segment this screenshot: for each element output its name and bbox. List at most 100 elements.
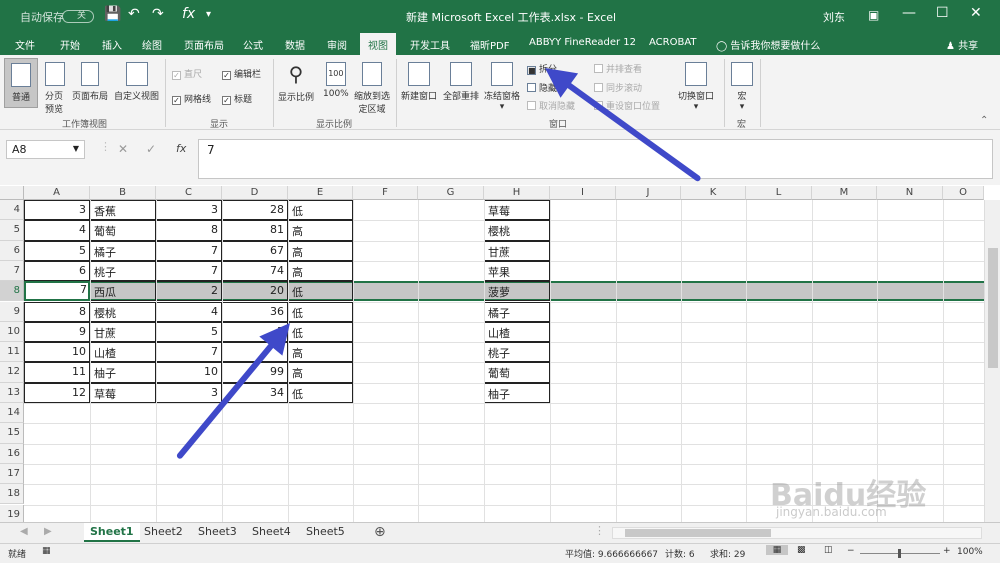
- row-header[interactable]: 12: [0, 362, 24, 383]
- cell-B6[interactable]: 橘子: [90, 240, 156, 261]
- zoom-button[interactable]: ⚲ 显示比例: [278, 62, 314, 103]
- ruler-checkbox[interactable]: ✓ 直尺: [172, 67, 202, 80]
- unhide-button[interactable]: 取消隐藏: [527, 99, 575, 112]
- cell-A4[interactable]: 3: [24, 200, 90, 221]
- cell-H10[interactable]: 山楂: [484, 321, 550, 343]
- cell-D6[interactable]: 67: [222, 240, 288, 261]
- gridlines-checkbox[interactable]: ✓ 网格线: [172, 92, 211, 105]
- row-header[interactable]: 7: [0, 260, 24, 282]
- normal-view-icon[interactable]: ▦: [766, 545, 788, 555]
- freeze-panes-button[interactable]: 冻结窗格 ▾: [484, 62, 520, 112]
- cell-E12[interactable]: 高: [288, 362, 353, 383]
- cell-C11[interactable]: 7: [156, 342, 222, 363]
- cell-D5[interactable]: 81: [222, 220, 288, 241]
- tab-home[interactable]: 开始: [60, 37, 80, 52]
- cell-E5[interactable]: 高: [288, 220, 353, 241]
- tab-abbyy[interactable]: ABBYY FineReader 12: [529, 37, 636, 48]
- cell-D7[interactable]: 74: [222, 260, 288, 282]
- page-break-preview-button[interactable]: 分页预览: [42, 62, 68, 115]
- cell-C12[interactable]: 10: [156, 362, 222, 383]
- scroll-right-icon[interactable]: ▶: [44, 526, 52, 537]
- tab-view[interactable]: 视图: [360, 33, 396, 55]
- cell-C13[interactable]: 3: [156, 382, 222, 403]
- scroll-thumb[interactable]: [625, 529, 771, 537]
- cell-D8[interactable]: 20: [222, 281, 288, 302]
- cell-E13[interactable]: 低: [288, 382, 353, 403]
- cell-B4[interactable]: 香蕉: [90, 200, 156, 221]
- column-header[interactable]: J: [616, 186, 681, 200]
- cell-H12[interactable]: 葡萄: [484, 362, 550, 383]
- minimize-icon[interactable]: —: [902, 5, 916, 21]
- cell-A13[interactable]: 12: [24, 382, 90, 403]
- row-header[interactable]: 10: [0, 321, 24, 343]
- cell-H11[interactable]: 桃子: [484, 342, 550, 363]
- page-layout-view-button[interactable]: 页面布局: [72, 62, 108, 102]
- scroll-left-icon[interactable]: ◀: [20, 526, 28, 537]
- cell-E4[interactable]: 低: [288, 200, 353, 221]
- cell-C7[interactable]: 7: [156, 260, 222, 282]
- tab-review[interactable]: 审阅: [327, 37, 347, 52]
- switch-windows-button[interactable]: 切换窗口 ▾: [678, 62, 714, 112]
- arrange-all-button[interactable]: 全部重排: [443, 62, 479, 102]
- cell-B12[interactable]: 柚子: [90, 362, 156, 383]
- horizontal-scrollbar[interactable]: [612, 527, 982, 539]
- zoom-100-button[interactable]: 100 100%: [323, 62, 349, 99]
- row-header[interactable]: 11: [0, 342, 24, 363]
- column-header[interactable]: L: [746, 186, 812, 200]
- name-box[interactable]: A8 ▼: [6, 140, 85, 159]
- sheet-tab[interactable]: Sheet3: [192, 523, 243, 542]
- row-header[interactable]: 15: [0, 423, 24, 444]
- enter-icon[interactable]: ✓: [146, 142, 156, 156]
- zoom-out-icon[interactable]: −: [847, 546, 855, 556]
- tab-acrobat[interactable]: ACROBAT: [649, 37, 697, 48]
- row-header[interactable]: 17: [0, 463, 24, 485]
- cell-C6[interactable]: 7: [156, 240, 222, 261]
- headings-checkbox[interactable]: ✓ 标题: [222, 92, 252, 105]
- sheet-tab[interactable]: Sheet1: [84, 523, 140, 542]
- tab-insert[interactable]: 插入: [102, 37, 122, 52]
- column-header[interactable]: I: [550, 186, 616, 200]
- cell-A12[interactable]: 11: [24, 362, 90, 383]
- cell-H9[interactable]: 橘子: [484, 301, 550, 322]
- custom-views-button[interactable]: 自定义视图: [114, 62, 159, 102]
- cell-C10[interactable]: 5: [156, 321, 222, 343]
- column-header[interactable]: H: [484, 186, 550, 200]
- save-icon[interactable]: 💾: [104, 6, 121, 22]
- synchronous-scrolling-button[interactable]: 同步滚动: [594, 81, 642, 94]
- row-header[interactable]: 16: [0, 443, 24, 464]
- cell-H4[interactable]: 草莓: [484, 200, 550, 221]
- select-all-corner[interactable]: [0, 186, 24, 200]
- formula-input[interactable]: 7: [198, 139, 993, 179]
- zoom-to-selection-button[interactable]: 缩放到选定区域: [352, 62, 392, 115]
- row-header[interactable]: 18: [0, 484, 24, 505]
- page-layout-view-icon[interactable]: ▩: [797, 545, 806, 555]
- fx-qat-icon[interactable]: fx: [182, 6, 195, 22]
- undo-icon[interactable]: ↶: [128, 6, 140, 22]
- cell-B9[interactable]: 樱桃: [90, 301, 156, 322]
- cell-H7[interactable]: 苹果: [484, 260, 550, 282]
- cell-E11[interactable]: 高: [288, 342, 353, 363]
- maximize-icon[interactable]: ☐: [936, 5, 949, 21]
- column-header[interactable]: A: [24, 186, 90, 200]
- macro-record-icon[interactable]: ▦: [42, 546, 51, 556]
- cell-B5[interactable]: 葡萄: [90, 220, 156, 241]
- cell-A9[interactable]: 8: [24, 301, 90, 322]
- tab-draw[interactable]: 绘图: [142, 37, 162, 52]
- cell-E6[interactable]: 高: [288, 240, 353, 261]
- cell-C4[interactable]: 3: [156, 200, 222, 221]
- tab-developer[interactable]: 开发工具: [410, 37, 450, 52]
- chevron-down-icon[interactable]: ▼: [73, 144, 79, 153]
- insert-function-icon[interactable]: fx: [176, 142, 186, 155]
- cell-C8[interactable]: 2: [156, 281, 222, 302]
- view-side-by-side-button[interactable]: 并排查看: [594, 62, 642, 75]
- redo-icon[interactable]: ↷: [152, 6, 164, 22]
- column-header[interactable]: F: [353, 186, 418, 200]
- row-header[interactable]: 14: [0, 403, 24, 424]
- cancel-icon[interactable]: ✕: [118, 142, 128, 156]
- zoom-in-icon[interactable]: +: [943, 546, 951, 556]
- add-sheet-icon[interactable]: ⊕: [374, 524, 386, 540]
- share-button[interactable]: ♟ 共享: [946, 37, 978, 52]
- close-icon[interactable]: ✕: [970, 5, 982, 21]
- row-header[interactable]: 8: [0, 281, 24, 302]
- cell-A7[interactable]: 6: [24, 260, 90, 282]
